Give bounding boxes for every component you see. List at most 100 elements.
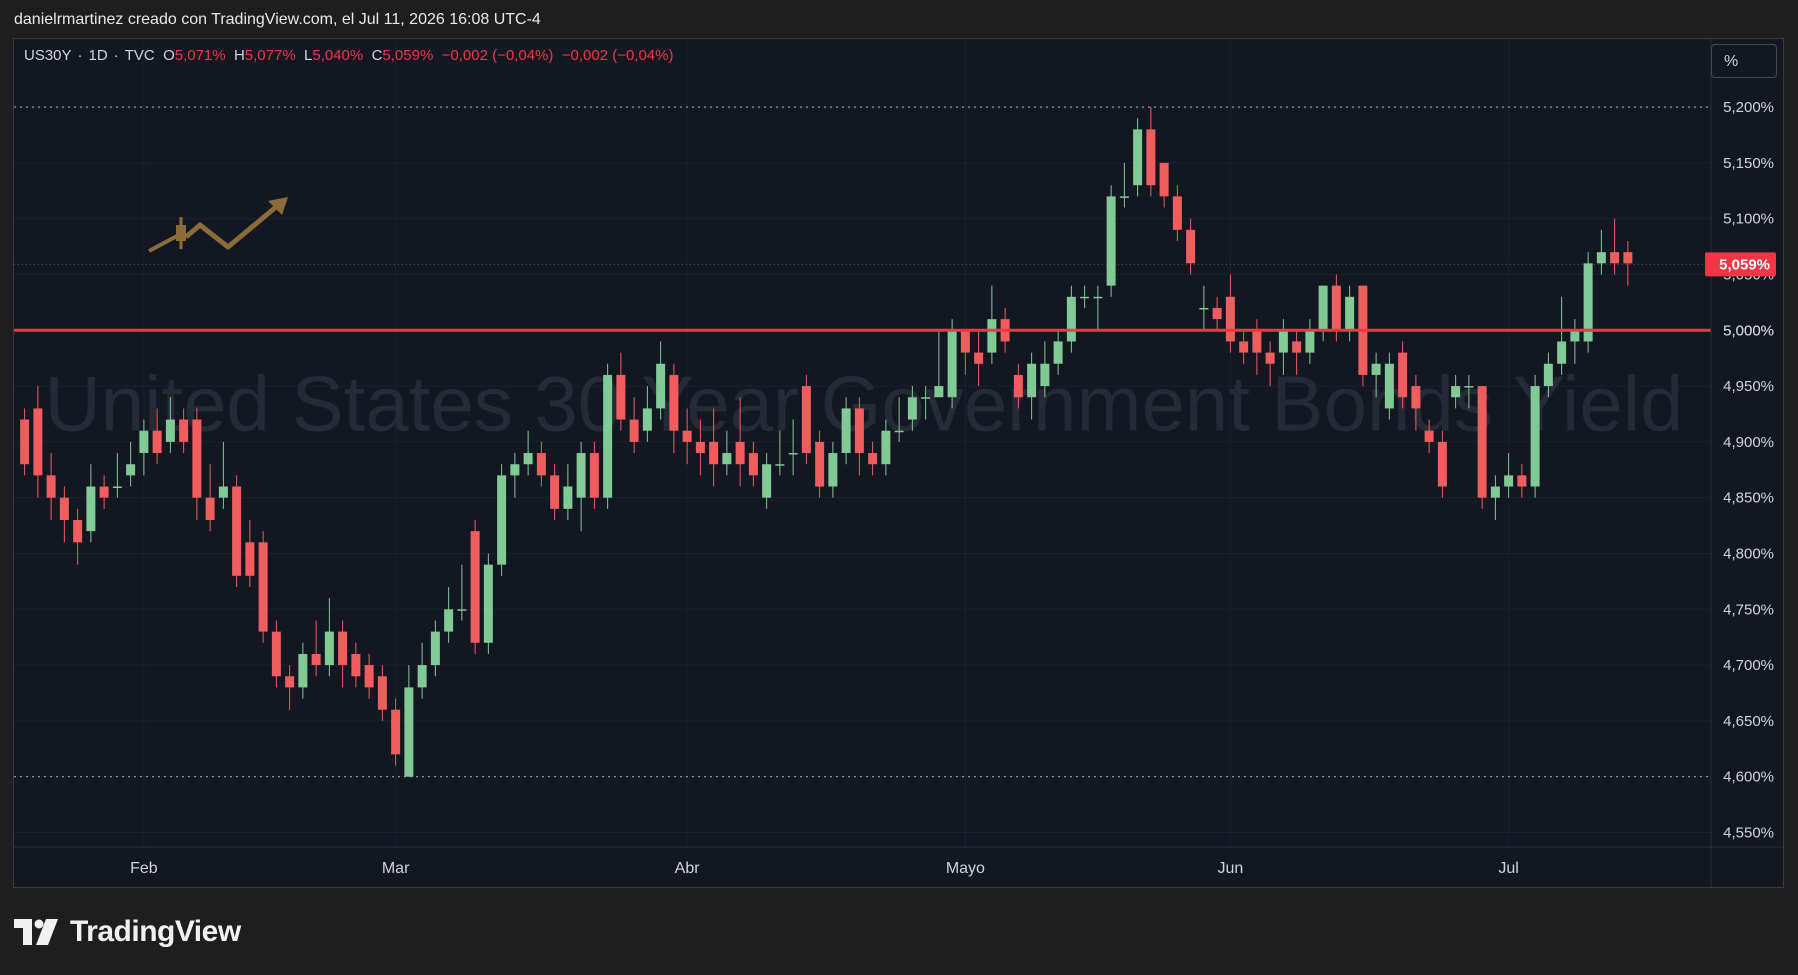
candle-body xyxy=(1331,285,1341,331)
candle-body xyxy=(1517,475,1527,487)
candle-body xyxy=(192,419,202,498)
candle-body xyxy=(1530,386,1540,487)
candlestick-chart[interactable]: United States 30 Year Government Bonds Y… xyxy=(14,39,1784,888)
candle-body xyxy=(1225,296,1235,342)
candle-body xyxy=(762,464,772,498)
x-tick-label: Mar xyxy=(382,860,410,877)
candle-body xyxy=(828,453,838,487)
candle-body xyxy=(483,564,493,643)
change-value-2: −0,002 (−0,04%) xyxy=(561,47,674,64)
chart-watermark: United States 30 Year Government Bonds Y… xyxy=(44,360,1683,448)
candle-body xyxy=(881,430,891,465)
candle-body xyxy=(682,430,692,442)
candle-body xyxy=(1623,252,1633,264)
candle-body xyxy=(377,676,387,710)
candle-body xyxy=(232,486,242,576)
candle-body xyxy=(417,665,427,688)
open-label: O xyxy=(163,47,175,64)
candle-body xyxy=(841,408,851,454)
candle-body xyxy=(1384,363,1394,409)
x-tick-label: Mayo xyxy=(946,860,985,877)
chart-panel[interactable]: United States 30 Year Government Bonds Y… xyxy=(13,38,1784,888)
support-line-label: 5,000% xyxy=(1723,322,1774,339)
candle-body xyxy=(179,419,189,442)
candle-body xyxy=(404,687,414,777)
candle-body xyxy=(351,653,361,677)
candle-body xyxy=(1278,330,1288,353)
candle-body xyxy=(1371,363,1381,375)
symbol-interval[interactable]: 1D xyxy=(89,47,108,64)
candle-body xyxy=(59,497,69,521)
candle-body xyxy=(338,631,348,666)
high-label: H xyxy=(233,47,245,64)
candle-body xyxy=(1557,341,1567,364)
candle-body xyxy=(669,374,679,431)
candle-body xyxy=(33,408,43,476)
x-tick-label: Abr xyxy=(675,860,701,877)
x-tick-label: Jun xyxy=(1217,860,1243,877)
candle-body xyxy=(947,330,957,398)
tradingview-logo[interactable]: TradingView xyxy=(14,914,241,950)
candle-body xyxy=(589,453,599,498)
candle-body xyxy=(576,453,586,498)
y-tick-label: 4,800% xyxy=(1723,545,1774,562)
candle-body xyxy=(470,531,480,643)
candle-body xyxy=(311,653,321,666)
candle-body xyxy=(934,386,944,398)
candle-body xyxy=(497,475,507,565)
candle-body xyxy=(324,631,334,666)
candle-body xyxy=(1504,475,1514,487)
candle-body xyxy=(1596,252,1606,264)
price-scale-unit-button[interactable]: % xyxy=(1711,44,1777,78)
candle-body xyxy=(245,542,255,576)
candle-body xyxy=(974,352,984,364)
candle-body xyxy=(563,486,573,509)
y-tick-label: 4,700% xyxy=(1723,657,1774,674)
candle-body xyxy=(430,631,440,666)
candle-body xyxy=(1543,363,1553,387)
candle-body xyxy=(1477,386,1487,498)
legend-dot: · xyxy=(113,47,119,64)
candle-body xyxy=(1424,430,1434,442)
candle-body xyxy=(642,408,652,431)
candle-body xyxy=(616,374,626,420)
candle-body xyxy=(921,397,931,399)
candle-body xyxy=(1186,229,1196,264)
candle-body xyxy=(656,363,666,409)
close-value: 5,059% xyxy=(382,47,434,64)
y-tick-label: 4,550% xyxy=(1723,824,1774,841)
candle-body xyxy=(205,497,215,521)
candle-body xyxy=(1066,296,1076,342)
candle-body xyxy=(1318,285,1328,331)
candle-body xyxy=(775,464,785,466)
y-tick-label: 4,750% xyxy=(1723,601,1774,618)
candle-body xyxy=(788,453,798,455)
candle-body xyxy=(298,653,308,688)
legend-dot: · xyxy=(77,47,83,64)
tradingview-logo-icon xyxy=(14,919,58,945)
candle-body xyxy=(152,430,162,454)
symbol-name[interactable]: US30Y xyxy=(24,47,72,64)
symbol-source: TVC xyxy=(124,47,155,64)
high-value: 5,077% xyxy=(244,47,296,64)
candle-body xyxy=(1040,363,1050,387)
candle-body xyxy=(112,486,122,489)
candle-body xyxy=(1252,330,1262,353)
chart-attribution: danielrmartinez creado con TradingView.c… xyxy=(14,11,541,28)
candle-body xyxy=(1093,296,1103,299)
candle-body xyxy=(735,441,745,465)
candle-body xyxy=(1027,363,1037,398)
candle-body xyxy=(1212,307,1222,320)
candle-body xyxy=(271,631,281,677)
candle-body xyxy=(907,397,917,420)
candle-body xyxy=(126,464,136,476)
y-tick-label: 4,600% xyxy=(1723,769,1774,786)
y-tick-label: 5,200% xyxy=(1723,99,1774,116)
candle-body xyxy=(1292,341,1302,353)
candle-body xyxy=(868,453,878,465)
candle-body xyxy=(1305,330,1315,353)
candle-body xyxy=(218,486,228,498)
candle-body xyxy=(258,542,268,632)
x-tick-label: Jul xyxy=(1498,860,1518,877)
candle-body xyxy=(1345,296,1355,331)
